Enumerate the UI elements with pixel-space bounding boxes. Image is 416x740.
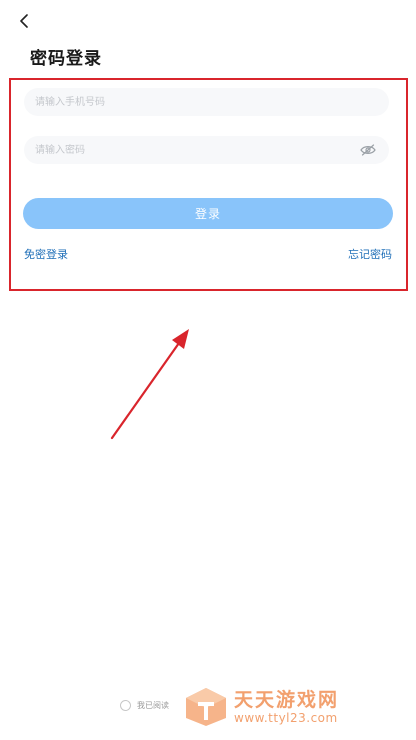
agreement-row: 我已阅读 <box>120 700 169 711</box>
agreement-text: 我已阅读 <box>137 701 169 710</box>
eye-off-icon <box>360 144 376 156</box>
back-button[interactable] <box>14 10 36 32</box>
watermark-url: www.ttyl23.com <box>234 710 338 725</box>
login-button[interactable]: 登录 <box>23 198 393 229</box>
watermark-logo <box>186 688 226 726</box>
password-input[interactable] <box>24 136 359 164</box>
watermark: 天天游戏网 www.ttyl23.com <box>184 684 410 730</box>
login-screen: 密码登录 登录 免密登录 忘记密码 我已阅读 天天游戏 <box>0 0 416 740</box>
watermark-title: 天天游戏网 <box>234 688 340 711</box>
agreement-checkbox[interactable] <box>120 700 131 711</box>
sms-login-link[interactable]: 免密登录 <box>24 246 68 262</box>
password-field[interactable] <box>24 136 389 164</box>
phone-field[interactable] <box>24 88 389 116</box>
forgot-password-link[interactable]: 忘记密码 <box>348 246 392 262</box>
password-visibility-toggle[interactable] <box>359 143 377 157</box>
phone-input[interactable] <box>24 88 389 116</box>
page-title: 密码登录 <box>30 49 102 69</box>
chevron-left-icon <box>20 14 28 28</box>
